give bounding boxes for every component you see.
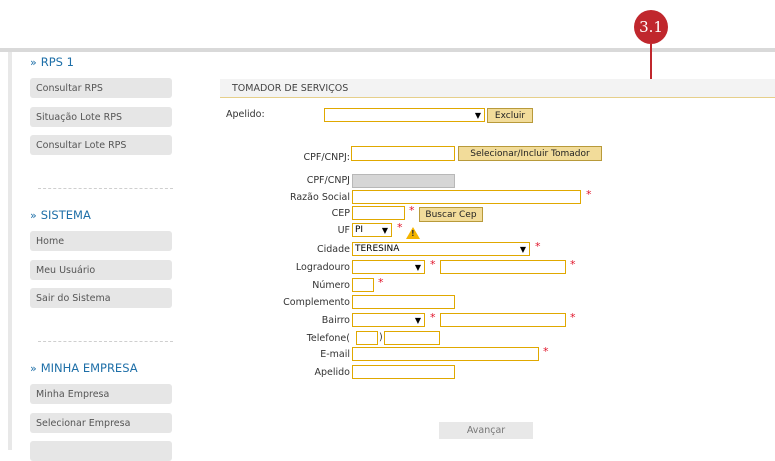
- section-title-label: SISTEMA: [40, 208, 91, 222]
- cep-field[interactable]: [352, 206, 405, 220]
- cpf-cnpj-search-input[interactable]: [351, 146, 455, 161]
- selecionar-incluir-tomador-button[interactable]: Selecionar/Incluir Tomador: [458, 146, 602, 161]
- left-strip: [8, 52, 12, 450]
- complemento-label: Complemento: [283, 297, 350, 308]
- buscar-cep-button[interactable]: Buscar Cep: [419, 207, 483, 222]
- logradouro-label: Logradouro: [295, 262, 350, 273]
- avancar-button[interactable]: Avançar: [439, 422, 533, 439]
- section-title-rps: » RPS 1: [30, 55, 74, 69]
- email-field[interactable]: [352, 347, 539, 361]
- sidebar-item-consultar-rps[interactable]: Consultar RPS: [30, 78, 172, 98]
- dropdown-arrow-icon: ▼: [414, 262, 421, 272]
- sidebar-item-situacao-lote-rps[interactable]: Situação Lote RPS: [30, 107, 172, 127]
- chevron-double-right-icon: »: [30, 361, 37, 375]
- numero-label: Número: [312, 280, 350, 291]
- cpf-cnpj-label: CPF/CNPJ: [306, 175, 350, 186]
- complemento-field[interactable]: [352, 295, 455, 309]
- dropdown-arrow-icon: ▼: [381, 225, 388, 235]
- top-divider: [0, 48, 775, 52]
- chevron-double-right-icon: »: [30, 55, 37, 69]
- bairro-select[interactable]: ▼: [352, 313, 425, 327]
- required-mark: *: [397, 221, 403, 234]
- razao-social-field[interactable]: [352, 190, 581, 204]
- cidade-value: TERESINA: [355, 244, 400, 254]
- required-mark: *: [535, 240, 541, 253]
- uf-select[interactable]: PI ▼: [352, 223, 392, 237]
- sidebar-item-selecionar-empresa[interactable]: Selecionar Empresa: [30, 413, 172, 433]
- paren-close: ): [379, 332, 383, 343]
- cidade-label: Cidade: [317, 244, 350, 255]
- required-mark: *: [409, 204, 415, 217]
- required-mark: *: [570, 258, 576, 271]
- telefone-ddd-field[interactable]: [356, 331, 378, 345]
- cpf-cnpj-field: [352, 174, 455, 188]
- annotation-badge: 3.1: [634, 10, 668, 44]
- panel-title: TOMADOR DE SERVIÇOS: [220, 79, 775, 98]
- sidebar-item-home[interactable]: Home: [30, 231, 172, 251]
- sidebar-item-partial[interactable]: [30, 441, 172, 461]
- telefone-number-field[interactable]: [384, 331, 440, 345]
- section-title-sistema: » SISTEMA: [30, 208, 91, 222]
- telefone-label: Telefone(: [306, 333, 350, 344]
- cpf-cnpj-search-label: CPF/CNPJ:: [303, 152, 351, 163]
- apelido-top-label: Apelido:: [226, 109, 265, 120]
- sidebar-item-consultar-lote-rps[interactable]: Consultar Lote RPS: [30, 135, 172, 155]
- chevron-double-right-icon: »: [30, 208, 37, 222]
- numero-field[interactable]: [352, 278, 374, 292]
- dropdown-arrow-icon: ▼: [414, 315, 421, 325]
- cep-label: CEP: [331, 208, 350, 219]
- required-mark: *: [430, 311, 436, 324]
- logradouro-type-select[interactable]: ▼: [352, 260, 425, 274]
- section-title-minha-empresa: » MINHA EMPRESA: [30, 361, 138, 375]
- bairro-label: Bairro: [321, 315, 350, 326]
- required-mark: *: [586, 188, 592, 201]
- sidebar-item-sair-do-sistema[interactable]: Sair do Sistema: [30, 288, 172, 308]
- dropdown-arrow-icon: ▼: [474, 110, 481, 120]
- cidade-select[interactable]: TERESINA ▼: [352, 242, 530, 256]
- razao-social-label: Razão Social: [289, 192, 350, 203]
- apelido-field[interactable]: [352, 365, 455, 379]
- apelido-label: Apelido: [314, 367, 351, 378]
- divider: [38, 188, 173, 189]
- divider: [38, 341, 173, 342]
- apelido-select[interactable]: ▼: [324, 108, 485, 122]
- section-title-label: MINHA EMPRESA: [40, 361, 138, 375]
- uf-label: UF: [337, 225, 350, 236]
- email-label: E-mail: [320, 349, 350, 360]
- required-mark: *: [378, 276, 384, 289]
- bairro-field[interactable]: [440, 313, 566, 327]
- warning-icon: !: [406, 227, 420, 239]
- sidebar-item-meu-usuario[interactable]: Meu Usuário: [30, 260, 172, 280]
- required-mark: *: [570, 311, 576, 324]
- dropdown-arrow-icon: ▼: [519, 244, 526, 254]
- required-mark: *: [430, 258, 436, 271]
- logradouro-field[interactable]: [440, 260, 566, 274]
- excluir-button[interactable]: Excluir: [487, 108, 533, 123]
- required-mark: *: [543, 345, 549, 358]
- sidebar-item-minha-empresa[interactable]: Minha Empresa: [30, 384, 172, 404]
- section-title-label: RPS 1: [40, 55, 74, 69]
- uf-value: PI: [355, 225, 364, 235]
